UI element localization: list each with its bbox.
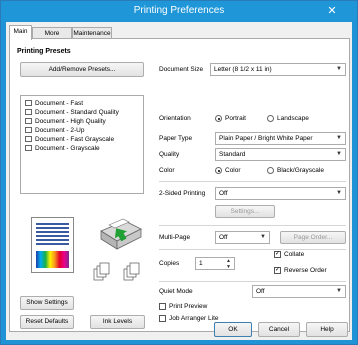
color-label: Color: [159, 167, 175, 174]
chevron-down-icon: ▼: [336, 190, 342, 196]
list-item[interactable]: Document - Fast: [25, 100, 83, 108]
presets-list[interactable]: Document - Fast Document - Standard Qual…: [20, 95, 144, 194]
list-item[interactable]: Document - Standard Quality: [25, 109, 119, 117]
paper-type-select[interactable]: Plain Paper / Bright White Paper ▼: [215, 132, 346, 145]
two-sided-select[interactable]: Off ▼: [215, 187, 346, 200]
portrait-label: Portrait: [225, 115, 246, 122]
chevron-down-icon: ▼: [336, 151, 342, 157]
portrait-radio[interactable]: [215, 115, 222, 122]
print-preview-checkbox[interactable]: [159, 303, 166, 310]
quiet-mode-label: Quiet Mode: [159, 288, 193, 295]
printer-icon: [100, 218, 142, 250]
ink-levels-button[interactable]: Ink Levels: [90, 315, 145, 329]
output-order-icon: [93, 262, 140, 281]
copies-label: Copies: [159, 260, 180, 267]
document-icon: [25, 136, 32, 142]
tab-main[interactable]: Main: [9, 25, 32, 40]
collate-checkbox[interactable]: ✓: [274, 251, 281, 258]
quiet-mode-select[interactable]: Off ▼: [252, 285, 346, 298]
title-bar: Printing Preferences ✕: [1, 1, 357, 21]
paper-type-label: Paper Type: [159, 135, 193, 142]
black-grayscale-radio[interactable]: [267, 167, 274, 174]
print-preview-label: Print Preview: [169, 303, 208, 310]
printing-preferences-window: Printing Preferences ✕ Main More Options…: [0, 0, 358, 345]
reverse-order-checkbox[interactable]: ✓: [274, 267, 281, 274]
orientation-label: Orientation: [159, 115, 191, 122]
black-grayscale-label: Black/Grayscale: [277, 167, 324, 174]
quality-label: Quality: [159, 151, 180, 158]
quality-select[interactable]: Standard ▼: [215, 148, 346, 161]
window-title: Printing Preferences: [133, 5, 225, 16]
show-settings-button[interactable]: Show Settings: [20, 296, 74, 310]
list-item[interactable]: Document - 2-Up: [25, 127, 85, 135]
landscape-radio[interactable]: [267, 115, 274, 122]
landscape-label: Landscape: [277, 115, 309, 122]
list-item[interactable]: Document - Grayscale: [25, 145, 100, 153]
two-sided-label: 2-Sided Printing: [159, 190, 206, 197]
divider: [159, 181, 346, 182]
two-sided-settings-button[interactable]: Settings...: [215, 205, 275, 218]
color-option-label: Color: [225, 167, 241, 174]
divider: [159, 249, 346, 250]
main-tab-panel: Printing Presets Add/Remove Presets... D…: [9, 38, 350, 332]
color-radio[interactable]: [215, 167, 222, 174]
spinner-icon[interactable]: ▲ ▼: [226, 258, 231, 269]
document-icon: [25, 100, 32, 106]
reverse-order-label: Reverse Order: [284, 267, 327, 274]
document-size-label: Document Size: [159, 66, 204, 73]
divider: [159, 281, 346, 282]
presets-heading: Printing Presets: [17, 48, 71, 55]
job-arranger-label: Job Arranger Lite: [169, 315, 219, 322]
chevron-down-icon: ▼: [260, 234, 266, 240]
two-up-icon: [25, 127, 32, 133]
add-remove-presets-button[interactable]: Add/Remove Presets...: [20, 62, 144, 77]
page-order-button[interactable]: Page Order...: [280, 231, 346, 244]
multi-page-label: Multi-Page: [159, 234, 191, 241]
cancel-button[interactable]: Cancel: [258, 322, 300, 337]
chevron-down-icon: ▼: [336, 135, 342, 141]
job-arranger-checkbox[interactable]: [159, 315, 166, 322]
chevron-down-icon: ▼: [336, 66, 342, 72]
ok-button[interactable]: OK: [214, 322, 252, 337]
copies-stepper[interactable]: 1 ▲ ▼: [195, 257, 235, 270]
document-size-select[interactable]: Letter (8 1/2 x 11 in) ▼: [210, 63, 346, 76]
dialog-body: Main More Options Maintenance Printing P…: [6, 22, 352, 340]
divider: [159, 225, 346, 226]
document-icon: [25, 109, 32, 115]
document-icon: [25, 145, 32, 151]
page-preview-icon: [31, 217, 74, 273]
reset-defaults-button[interactable]: Reset Defaults: [20, 315, 74, 329]
document-icon: [25, 118, 32, 124]
multi-page-select[interactable]: Off ▼: [215, 231, 270, 244]
list-item[interactable]: Document - High Quality: [25, 118, 106, 126]
collate-label: Collate: [284, 251, 305, 258]
chevron-down-icon: ▼: [336, 288, 342, 294]
list-item[interactable]: Document - Fast Grayscale: [25, 136, 114, 144]
help-button[interactable]: Help: [306, 322, 348, 337]
close-icon[interactable]: ✕: [313, 2, 351, 20]
